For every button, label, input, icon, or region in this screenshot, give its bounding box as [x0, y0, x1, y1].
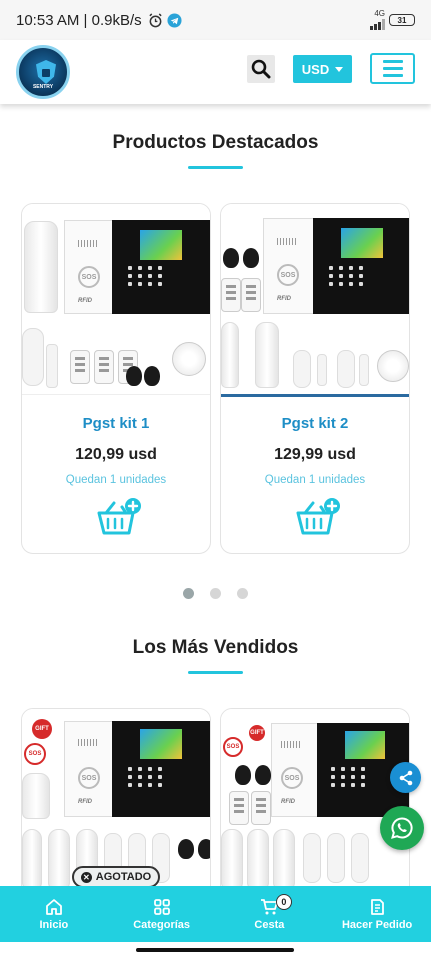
- battery-icon: 31: [389, 14, 415, 26]
- featured-underline: [188, 166, 243, 169]
- sos-button-label: SOS: [24, 743, 46, 765]
- status-bar: 10:53 AM | 0.9kB/s 4G 31: [0, 0, 431, 40]
- product-price: 129,99 usd: [274, 446, 356, 463]
- status-time: 10:53 AM | 0.9kB/s: [16, 11, 142, 29]
- carousel-dot-1[interactable]: [183, 588, 194, 599]
- battery-level: 31: [397, 15, 407, 25]
- product-name[interactable]: Pgst kit 2: [221, 415, 409, 432]
- cart-count-badge: 0: [275, 894, 292, 910]
- bottom-navigation: Inicio Categorías Cesta 0 Hacer Pedido: [0, 886, 431, 942]
- nav-home-label: Inicio: [39, 918, 69, 931]
- nav-cart[interactable]: Cesta 0: [216, 886, 324, 942]
- rfid-label: RFID: [281, 799, 295, 805]
- alarm-clock-icon: [148, 12, 162, 27]
- nav-categories[interactable]: Categorías: [108, 886, 216, 942]
- rfid-label: RFID: [277, 296, 291, 302]
- lock-icon: [42, 69, 50, 77]
- add-to-cart-button[interactable]: [295, 497, 341, 537]
- sos-button-label: SOS: [223, 737, 243, 757]
- logo-text: SENTRY: [32, 84, 54, 90]
- product-stock: Quedan 1 unidades: [65, 474, 167, 486]
- telegram-icon: [167, 12, 182, 28]
- best-sellers-underline: [188, 671, 243, 674]
- gift-label: GIFT: [32, 719, 52, 739]
- product-card[interactable]: SOS RFID Pgst kit 2 129,99 usd Quedan 1 …: [220, 203, 410, 554]
- app-header: SENTRY USD: [0, 40, 431, 104]
- hamburger-icon: [382, 60, 403, 63]
- share-icon: [399, 770, 412, 785]
- brand-logo[interactable]: SENTRY: [16, 45, 70, 99]
- sos-label: SOS: [78, 266, 100, 288]
- nav-cart-label: Cesta: [254, 918, 285, 931]
- carousel-dot-3[interactable]: [237, 588, 248, 599]
- product-price: 120,99 usd: [75, 446, 157, 463]
- whatsapp-icon: [391, 817, 413, 839]
- nav-home[interactable]: Inicio: [0, 886, 108, 942]
- product-stock: Quedan 1 unidades: [264, 474, 366, 486]
- home-icon: [45, 898, 62, 915]
- grid-icon: [153, 898, 170, 915]
- caret-down-icon: [335, 66, 344, 72]
- product-image: SOS RFID: [22, 204, 210, 394]
- product-name[interactable]: Pgst kit 1: [22, 415, 210, 432]
- sos-label: SOS: [281, 767, 303, 789]
- nav-categories-label: Categorías: [133, 918, 191, 931]
- currency-value: USD: [301, 61, 330, 77]
- whatsapp-button[interactable]: [380, 806, 424, 850]
- rfid-label: RFID: [78, 298, 92, 304]
- sos-label: SOS: [78, 767, 100, 789]
- sold-out-label: AGOTADO: [95, 871, 152, 883]
- carousel-dot-2[interactable]: [210, 588, 221, 599]
- gesture-bar: [0, 942, 431, 960]
- order-icon: [371, 898, 385, 915]
- currency-select[interactable]: USD: [293, 55, 352, 83]
- gift-label: GIFT: [249, 725, 265, 741]
- rfid-label: RFID: [78, 799, 92, 805]
- share-button[interactable]: [390, 762, 421, 793]
- menu-button[interactable]: [370, 53, 415, 84]
- signal-icon: [370, 18, 385, 30]
- search-icon: [251, 59, 271, 79]
- nav-order-label: Hacer Pedido: [341, 918, 413, 931]
- featured-title: Productos Destacados: [112, 132, 319, 153]
- search-button[interactable]: [247, 55, 275, 83]
- best-sellers-title: Los Más Vendidos: [132, 637, 299, 658]
- add-to-cart-button[interactable]: [96, 497, 142, 537]
- nav-order[interactable]: Hacer Pedido: [323, 886, 431, 942]
- home-indicator[interactable]: [136, 948, 294, 952]
- carousel-dots: [0, 588, 431, 599]
- sold-out-badge: ✕ AGOTADO: [72, 866, 160, 888]
- network-type: 4G: [374, 9, 385, 18]
- product-image: SOS RFID: [221, 204, 409, 394]
- sos-label: SOS: [277, 264, 299, 286]
- close-circle-icon: ✕: [80, 871, 92, 883]
- product-card[interactable]: SOS RFID Pgst kit 1 120,99 usd Quedan 1 …: [21, 203, 211, 554]
